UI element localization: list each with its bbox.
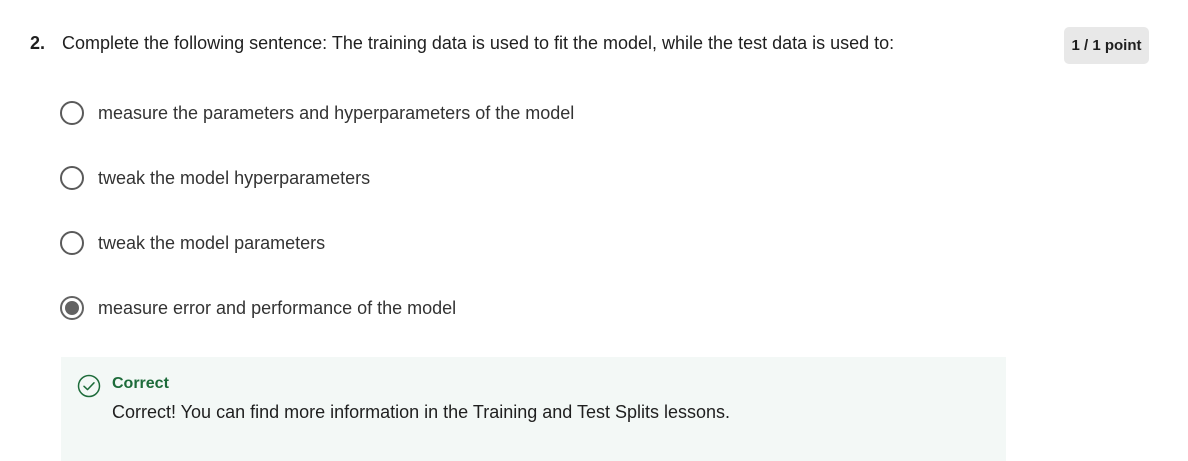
radio-button-unchecked[interactable] xyxy=(60,166,84,190)
question-number: 2. xyxy=(30,33,46,53)
question-text: Complete the following sentence: The tra… xyxy=(62,33,895,53)
option-2[interactable]: tweak the model hyperparameters xyxy=(60,165,370,191)
option-label: tweak the model hyperparameters xyxy=(98,167,371,188)
check-circle-icon xyxy=(77,374,101,398)
option-1[interactable]: measure the parameters and hyperparamete… xyxy=(60,100,574,126)
radio-button-unchecked[interactable] xyxy=(60,101,84,125)
option-label: tweak the model parameters xyxy=(98,232,326,253)
option-label: measure the parameters and hyperparamete… xyxy=(98,102,575,123)
feedback-panel: Correct Correct! You can find more infor… xyxy=(61,357,1006,461)
feedback-message: Correct! You can find more information i… xyxy=(112,402,731,422)
radio-button-unchecked[interactable] xyxy=(60,231,84,255)
feedback-status: Correct xyxy=(112,375,169,392)
radio-dot xyxy=(65,301,79,315)
points-badge: 1 / 1 point xyxy=(1064,27,1149,64)
option-label: measure error and performance of the mod… xyxy=(98,297,457,318)
question-header: 2. Complete the following sentence: The … xyxy=(30,30,1060,56)
option-3[interactable]: tweak the model parameters xyxy=(60,230,325,256)
radio-button-checked[interactable] xyxy=(60,296,84,320)
option-4[interactable]: measure error and performance of the mod… xyxy=(60,295,456,321)
